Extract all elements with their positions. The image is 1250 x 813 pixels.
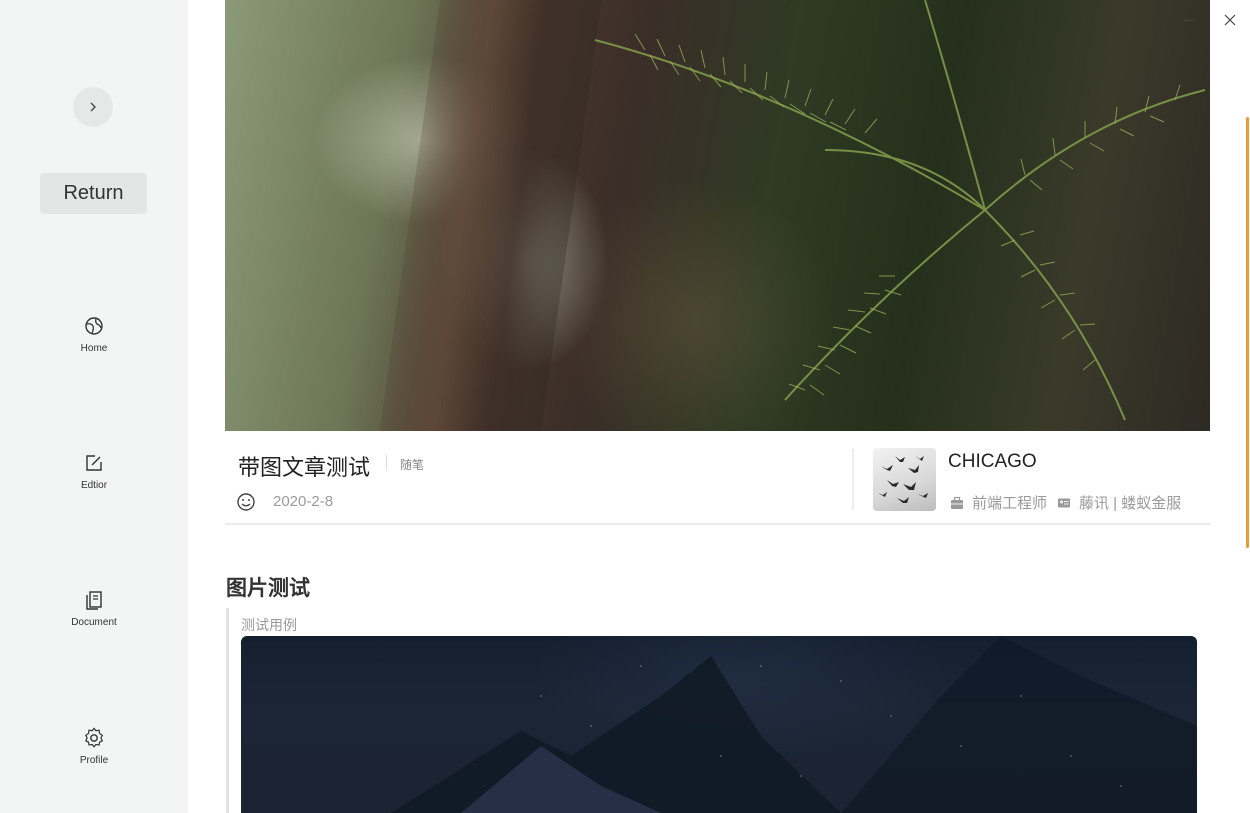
mountain-scene <box>391 636 1197 813</box>
author-avatar[interactable] <box>873 448 936 511</box>
return-button[interactable]: Return <box>40 173 147 214</box>
image-caption: 测试用例 <box>241 617 297 633</box>
app-window: Return Home Edtior Document Profile 带图文章… <box>0 0 1250 813</box>
document-icon <box>83 589 105 611</box>
sidebar-item-label: Home <box>80 343 108 354</box>
sidebar: Return Home Edtior Document Profile <box>0 0 188 813</box>
sidebar-item-document[interactable]: Document <box>44 589 144 649</box>
sidebar-item-home[interactable]: Home <box>44 315 144 375</box>
sidebar-item-label: Document <box>71 617 117 628</box>
author-name[interactable]: CHICAGO <box>948 451 1037 473</box>
scrollbar-thumb[interactable] <box>1246 117 1249 548</box>
gear-icon <box>83 727 105 749</box>
close-icon[interactable] <box>1222 12 1238 28</box>
header-divider <box>852 449 854 510</box>
minimize-icon[interactable] <box>1182 12 1198 28</box>
article-date: 2020-2-8 <box>273 493 334 510</box>
sidebar-item-editor[interactable]: Edtior <box>44 452 144 512</box>
smile-icon <box>237 493 255 511</box>
globe-icon <box>83 315 105 337</box>
article-title: 带图文章测试 <box>238 456 371 481</box>
id-card-icon <box>1057 496 1071 510</box>
tag-divider <box>386 455 387 471</box>
hero-image <box>225 0 1210 431</box>
sidebar-item-profile[interactable]: Profile <box>44 727 144 787</box>
article-tag[interactable]: 随笔 <box>400 456 424 473</box>
author-job: 前端工程师 <box>972 495 1048 512</box>
article-header: 带图文章测试 随笔 2020-2-8 CHICAGO 前端工程师 藤讯 | 蝼蚁… <box>225 431 1210 525</box>
sidebar-item-label: Profile <box>79 755 109 766</box>
birds-image <box>878 456 928 503</box>
hero-foliage <box>594 0 1206 421</box>
author-company: 藤讯 | 蝼蚁金服 <box>1079 495 1182 512</box>
sidebar-item-label: Edtior <box>80 480 108 491</box>
expand-sidebar-button[interactable] <box>73 87 113 127</box>
section-heading: 图片测试 <box>226 576 310 600</box>
briefcase-icon <box>950 496 964 510</box>
author-meta: 前端工程师 藤讯 | 蝼蚁金服 <box>950 492 1181 513</box>
chevron-right-icon <box>90 102 96 112</box>
edit-icon <box>83 452 105 474</box>
blockquote-bar <box>226 608 229 813</box>
content-image <box>241 636 1197 813</box>
